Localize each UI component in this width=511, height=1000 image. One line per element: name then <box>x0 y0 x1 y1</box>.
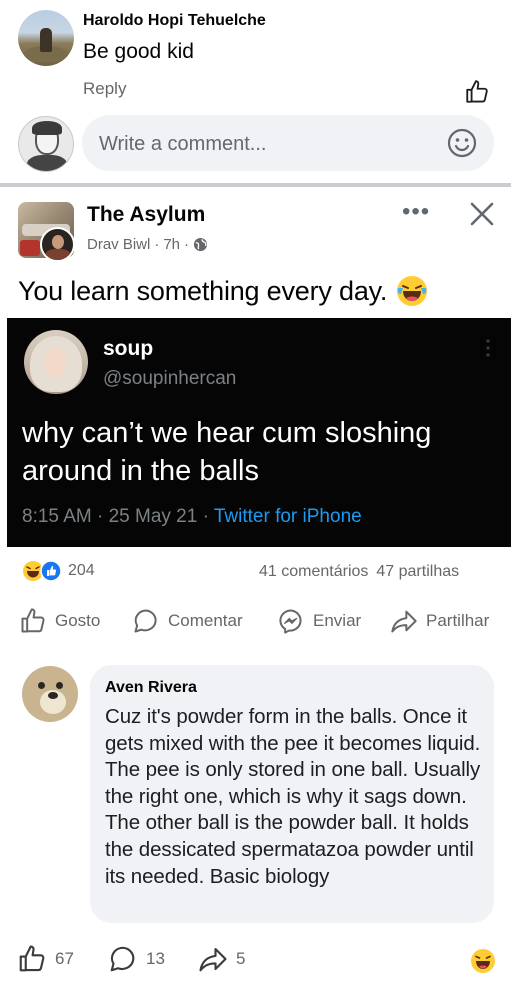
tweet-image[interactable]: soup @soupinhercan why can’t we hear cum… <box>7 318 511 547</box>
avatar-hair-shape <box>32 121 62 135</box>
more-options-icon[interactable]: ••• <box>402 200 438 226</box>
section-divider <box>0 183 511 187</box>
comment-button[interactable]: Comentar <box>132 607 243 635</box>
post-text: You learn something every day. <box>18 274 429 308</box>
comment-icon <box>134 609 157 633</box>
avatar-person-shape <box>40 28 52 52</box>
comment-text: Be good kid <box>83 40 194 63</box>
messenger-icon <box>279 609 302 634</box>
comment-author[interactable]: Haroldo Hopi Tehuelche <box>83 12 266 30</box>
reply-bubble: Aven Rivera Cuz it's powder form in the … <box>90 665 494 923</box>
reply-text: Cuz it's powder form in the balls. Once … <box>105 705 481 888</box>
emoji-icon[interactable] <box>446 127 478 159</box>
reply-author-avatar[interactable] <box>22 666 78 722</box>
shares-count[interactable]: 47 partilhas <box>376 563 459 581</box>
like-icon[interactable] <box>464 79 490 105</box>
reaction-count: 204 <box>68 562 95 579</box>
post-meta: Drav Biwl · 7h · <box>87 236 208 253</box>
reply-button[interactable]: Reply <box>83 79 126 99</box>
like-reaction-icon <box>40 560 62 582</box>
like-button[interactable]: Gosto <box>19 607 100 635</box>
post-caption: You learn something every day. <box>18 275 388 306</box>
tweet-more-icon <box>486 339 490 357</box>
bottom-comment-button[interactable]: 13 <box>108 944 165 974</box>
post-author[interactable]: Drav Biwl <box>87 236 150 253</box>
avatar-eye-shape <box>56 682 63 689</box>
share-icon <box>199 947 227 972</box>
like-count: 67 <box>55 949 74 968</box>
bottom-bar: 67 13 5 <box>0 944 511 980</box>
reaction-summary[interactable]: 204 <box>22 560 95 582</box>
avatar-nose-shape <box>48 692 58 699</box>
bottom-like-button[interactable]: 67 <box>17 944 74 974</box>
like-icon <box>19 945 45 972</box>
avatar-eye-shape <box>38 682 45 689</box>
share-icon <box>391 610 417 633</box>
reply-author[interactable]: Aven Rivera <box>105 679 197 697</box>
share-count: 5 <box>236 949 246 968</box>
share-label: Partilhar <box>426 611 490 630</box>
send-label: Enviar <box>313 611 362 630</box>
comment-icon <box>110 946 135 972</box>
comment-input[interactable] <box>99 129 429 159</box>
send-button[interactable]: Enviar <box>277 607 361 635</box>
globe-icon <box>193 237 208 252</box>
post-actions: Gosto Comentar Enviar Partilhar <box>0 607 511 641</box>
meta-separator: · <box>154 236 160 253</box>
laughing-emoji-icon <box>397 276 428 306</box>
comments-count[interactable]: 41 comentários <box>259 563 368 581</box>
tweet-source: Twitter for iPhone <box>213 506 362 527</box>
tweet-avatar <box>24 330 88 394</box>
bottom-share-button[interactable]: 5 <box>198 944 245 974</box>
avatar-body-shape <box>27 155 67 171</box>
poster-avatar[interactable] <box>40 227 75 262</box>
tweet-handle: @soupinhercan <box>103 368 237 389</box>
close-icon[interactable] <box>468 200 496 228</box>
haha-reaction-icon[interactable] <box>470 948 496 974</box>
comment-label: Comentar <box>168 611 243 630</box>
tweet-date: 8:15 AM · 25 May 21 · <box>22 506 214 527</box>
tweet-display-name: soup <box>103 337 154 360</box>
commenter-avatar[interactable] <box>18 10 74 66</box>
comment-count: 13 <box>146 949 165 968</box>
engagement-stats: 41 comentários 47 partilhas <box>259 563 459 581</box>
tweet-text: why can’t we hear cum sloshing around in… <box>22 417 432 487</box>
like-label: Gosto <box>55 611 101 630</box>
avatar-shoulders-shape <box>46 249 70 260</box>
current-user-avatar[interactable] <box>18 116 74 172</box>
page-name[interactable]: The Asylum <box>87 203 205 227</box>
avatar-face-shape <box>44 348 66 378</box>
post-time[interactable]: 7h <box>163 236 180 253</box>
avatar-face-shape <box>52 235 64 249</box>
like-icon <box>21 608 45 633</box>
meta-separator: · <box>184 236 190 253</box>
avatar-red-shape <box>20 240 40 256</box>
comment-composer[interactable] <box>82 115 494 171</box>
share-button[interactable]: Partilhar <box>390 607 489 635</box>
tweet-timestamp: 8:15 AM · 25 May 21 · Twitter for iPhone <box>22 506 362 528</box>
